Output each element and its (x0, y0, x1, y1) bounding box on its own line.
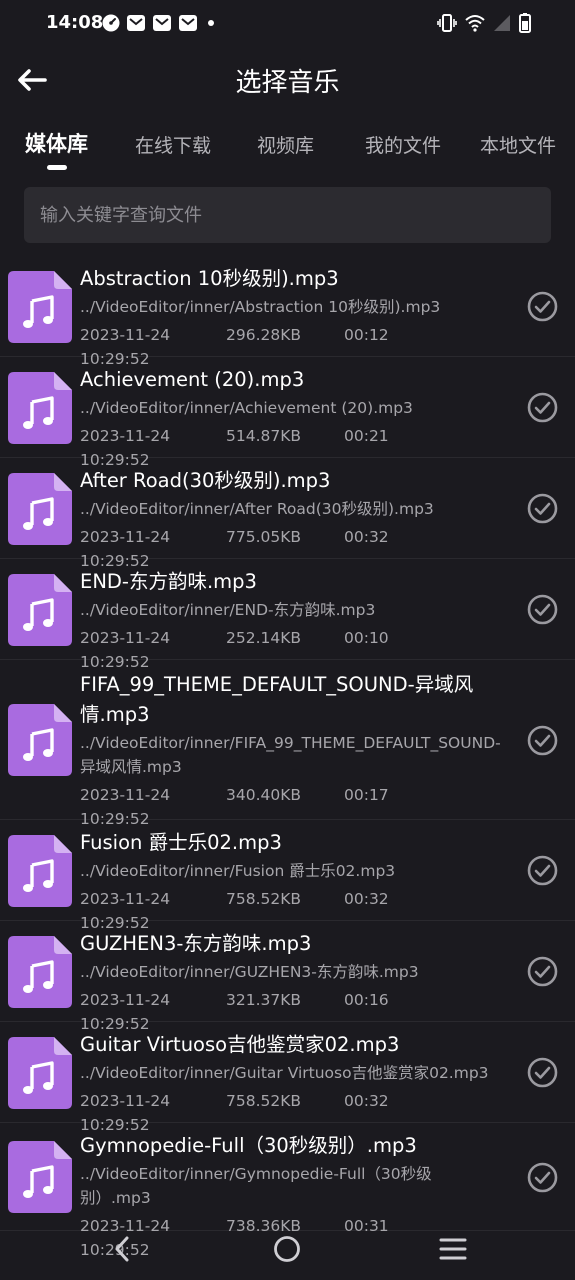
tab-media-library[interactable]: 媒体库 (25, 128, 88, 158)
file-name: Achievement (20).mp3 (80, 368, 305, 391)
tab-video-library[interactable]: 视频库 (257, 131, 314, 158)
music-file-icon (8, 271, 72, 343)
app-bar: 选择音乐 (0, 48, 575, 112)
nav-menu-icon (439, 1238, 467, 1260)
file-name: GUZHEN3-东方韵味.mp3 (80, 932, 312, 955)
file-path: ../VideoEditor/inner/Gymnopedie-Full（30秒… (80, 1165, 432, 1207)
file-name: Gymnopedie-Full（30秒级别）.mp3 (80, 1134, 417, 1157)
nav-menu-button[interactable] (438, 1234, 468, 1264)
music-file-list: Abstraction 10秒级别).mp3 ../VideoEditor/inn… (0, 256, 575, 1259)
music-file-icon (8, 473, 72, 545)
select-check-icon[interactable] (527, 725, 558, 756)
select-check-icon[interactable] (527, 392, 558, 423)
file-row[interactable]: Achievement (20).mp3 ../VideoEditor/inner… (0, 357, 575, 469)
dot-icon (208, 20, 214, 26)
music-file-icon (8, 1037, 72, 1109)
mail-icon (179, 15, 197, 31)
file-path: ../VideoEditor/inner/FIFA_99_THEME_DEFAU… (80, 734, 501, 776)
file-row[interactable]: Fusion 爵士乐02.mp3 ../VideoEditor/inner/Fus… (0, 820, 575, 932)
select-check-icon[interactable] (527, 956, 558, 987)
file-row[interactable]: FIFA_99_THEME_DEFAULT_SOUND-异域风情.mp3 ../V… (0, 660, 575, 828)
nav-home-button[interactable] (272, 1234, 302, 1264)
tab-local-files[interactable]: 本地文件 (480, 131, 556, 158)
tab-indicator (47, 165, 67, 170)
select-check-icon[interactable] (527, 1162, 558, 1193)
file-name: END-东方韵味.mp3 (80, 570, 257, 593)
navigation-bar (0, 1216, 575, 1280)
file-path: ../VideoEditor/inner/Abstraction 10秒级别).… (80, 298, 441, 316)
system-icons (437, 13, 531, 33)
file-row[interactable]: After Road(30秒级别).mp3 ../VideoEditor/inne… (0, 458, 575, 570)
file-row[interactable]: GUZHEN3-东方韵味.mp3 ../VideoEditor/inner/GUZ… (0, 921, 575, 1033)
file-name: Guitar Virtuoso吉他鉴赏家02.mp3 (80, 1033, 400, 1056)
music-file-icon (8, 704, 72, 776)
music-file-icon (8, 835, 72, 907)
select-check-icon[interactable] (527, 1057, 558, 1088)
file-name: After Road(30秒级别).mp3 (80, 469, 331, 492)
file-row[interactable]: Guitar Virtuoso吉他鉴赏家02.mp3 ../VideoEditor… (0, 1022, 575, 1134)
tab-my-files[interactable]: 我的文件 (365, 131, 441, 158)
battery-icon (519, 13, 531, 33)
music-file-icon (8, 574, 72, 646)
nav-back-icon (115, 1236, 129, 1262)
file-path: ../VideoEditor/inner/Guitar Virtuoso吉他鉴赏… (80, 1064, 489, 1082)
file-path: ../VideoEditor/inner/END-东方韵味.mp3 (80, 601, 376, 619)
file-name: Abstraction 10秒级别).mp3 (80, 267, 339, 290)
tab-bar: 媒体库 在线下载 视频库 我的文件 本地文件 (0, 120, 575, 176)
file-path: ../VideoEditor/inner/Achievement (20).mp… (80, 399, 413, 417)
status-bar: 14:08 (0, 0, 575, 48)
select-check-icon[interactable] (527, 855, 558, 886)
page-title: 选择音乐 (235, 68, 340, 98)
select-check-icon[interactable] (527, 291, 558, 322)
notification-icons (102, 14, 218, 32)
speed-icon (102, 14, 120, 32)
status-time: 14:08 (46, 12, 104, 33)
file-row[interactable]: Abstraction 10秒级别).mp3 ../VideoEditor/inn… (0, 256, 575, 368)
music-file-icon (8, 936, 72, 1008)
tab-online-download[interactable]: 在线下载 (135, 131, 211, 158)
file-name: FIFA_99_THEME_DEFAULT_SOUND-异域风情.mp3 (80, 673, 474, 726)
nav-home-icon (274, 1236, 300, 1262)
vibrate-icon (437, 14, 457, 32)
search-input[interactable] (24, 187, 551, 243)
file-path: ../VideoEditor/inner/After Road(30秒级别).m… (80, 500, 434, 518)
music-file-icon (8, 372, 72, 444)
select-check-icon[interactable] (527, 493, 558, 524)
file-row[interactable]: END-东方韵味.mp3 ../VideoEditor/inner/END-东方韵… (0, 559, 575, 671)
mail-icon (127, 15, 145, 31)
file-path: ../VideoEditor/inner/Fusion 爵士乐02.mp3 (80, 862, 396, 880)
wifi-icon (465, 15, 485, 32)
file-name: Fusion 爵士乐02.mp3 (80, 831, 282, 854)
mail-icon (153, 15, 171, 31)
music-file-icon (8, 1141, 72, 1213)
nav-back-button[interactable] (107, 1234, 137, 1264)
signal-icon (494, 15, 510, 31)
file-path: ../VideoEditor/inner/GUZHEN3-东方韵味.mp3 (80, 963, 419, 981)
file-row[interactable]: Gymnopedie-Full（30秒级别）.mp3 ../VideoEditor… (0, 1123, 575, 1259)
select-check-icon[interactable] (527, 594, 558, 625)
